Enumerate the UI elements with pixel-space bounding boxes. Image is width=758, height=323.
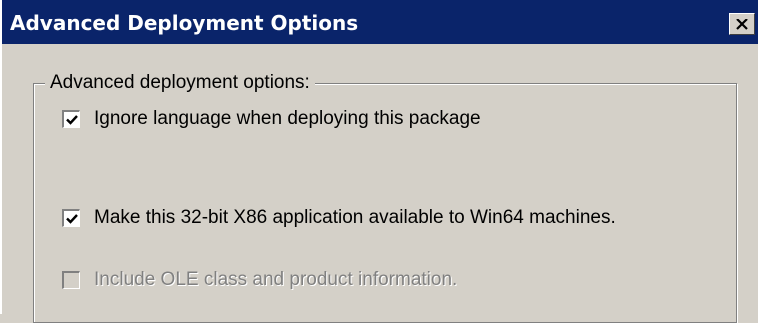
win64-availability-label: Make this 32-bit X86 application availab… — [94, 207, 616, 228]
checkmark-icon — [66, 214, 78, 224]
include-ole-option: Include OLE class and product informatio… — [62, 269, 457, 291]
checkmark-icon — [66, 115, 78, 125]
include-ole-checkbox — [62, 271, 80, 289]
window-title: Advanced Deployment Options — [10, 11, 359, 35]
win64-availability-checkbox[interactable] — [62, 209, 80, 227]
close-button[interactable] — [729, 13, 755, 35]
ignore-language-label: Ignore language when deploying this pack… — [94, 108, 481, 129]
close-icon — [736, 18, 748, 30]
ignore-language-checkbox[interactable] — [62, 110, 80, 128]
include-ole-label: Include OLE class and product informatio… — [94, 269, 458, 290]
dialog-window: Advanced Deployment Options Advanced dep… — [0, 0, 758, 323]
title-bar[interactable]: Advanced Deployment Options — [2, 0, 758, 44]
ignore-language-option[interactable]: Ignore language when deploying this pack… — [62, 108, 481, 130]
groupbox-legend: Advanced deployment options: — [45, 72, 315, 94]
win64-availability-option[interactable]: Make this 32-bit X86 application availab… — [62, 207, 616, 229]
